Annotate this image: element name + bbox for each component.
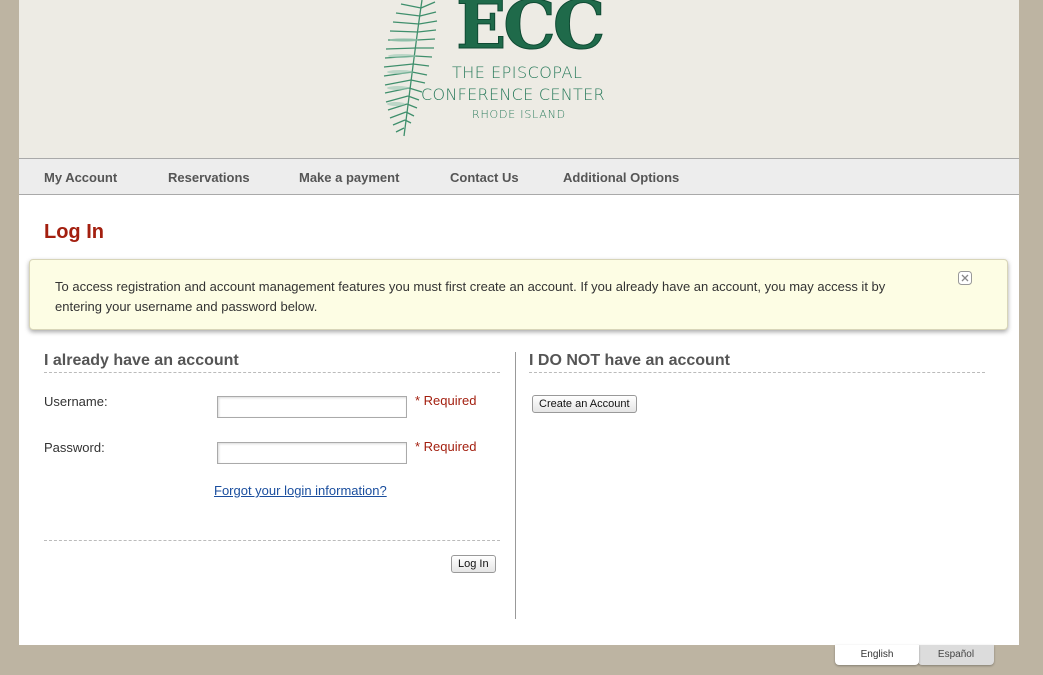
username-required-note: * Required — [415, 393, 477, 408]
login-section-heading: I already have an account — [44, 352, 500, 373]
nav-item-my-account[interactable]: My Account — [44, 170, 117, 185]
info-notice: To access registration and account manag… — [29, 259, 1008, 330]
logo-text-line2: CONFERENCE CENTER — [421, 85, 605, 104]
logo-text-line3: RHODE ISLAND — [472, 108, 566, 121]
close-icon[interactable] — [958, 271, 972, 285]
forgot-login-link[interactable]: Forgot your login information? — [214, 483, 387, 498]
nav-item-contact-us[interactable]: Contact Us — [450, 170, 519, 185]
username-input[interactable] — [217, 396, 407, 418]
page-container: ECC THE EPISCOPAL CONFERENCE CENTER RHOD… — [19, 0, 1019, 645]
form-divider — [44, 540, 500, 541]
column-divider — [515, 352, 516, 619]
nav-item-make-payment[interactable]: Make a payment — [299, 170, 399, 185]
logo-text-line1: THE EPISCOPAL — [452, 63, 583, 82]
nav-item-additional-options[interactable]: Additional Options — [563, 170, 679, 185]
notice-text: To access registration and account manag… — [55, 279, 886, 314]
site-header: ECC THE EPISCOPAL CONFERENCE CENTER RHOD… — [19, 0, 1019, 158]
create-account-button[interactable]: Create an Account — [532, 395, 637, 413]
password-required-note: * Required — [415, 439, 477, 454]
page-title: Log In — [44, 221, 104, 243]
fern-icon — [383, 0, 438, 137]
password-label: Password: — [44, 440, 105, 455]
nav-item-reservations[interactable]: Reservations — [168, 170, 250, 185]
logo-mark: ECC — [455, 0, 605, 65]
username-label: Username: — [44, 394, 108, 409]
login-button[interactable]: Log In — [451, 555, 496, 573]
password-input[interactable] — [217, 442, 407, 464]
language-tab-espanol[interactable]: Español — [918, 645, 994, 665]
site-logo[interactable]: ECC THE EPISCOPAL CONFERENCE CENTER RHOD… — [364, 0, 624, 140]
language-tab-english[interactable]: English — [835, 645, 919, 665]
main-nav: My Account Reservations Make a payment C… — [19, 158, 1019, 195]
register-section-heading: I DO NOT have an account — [529, 352, 985, 373]
